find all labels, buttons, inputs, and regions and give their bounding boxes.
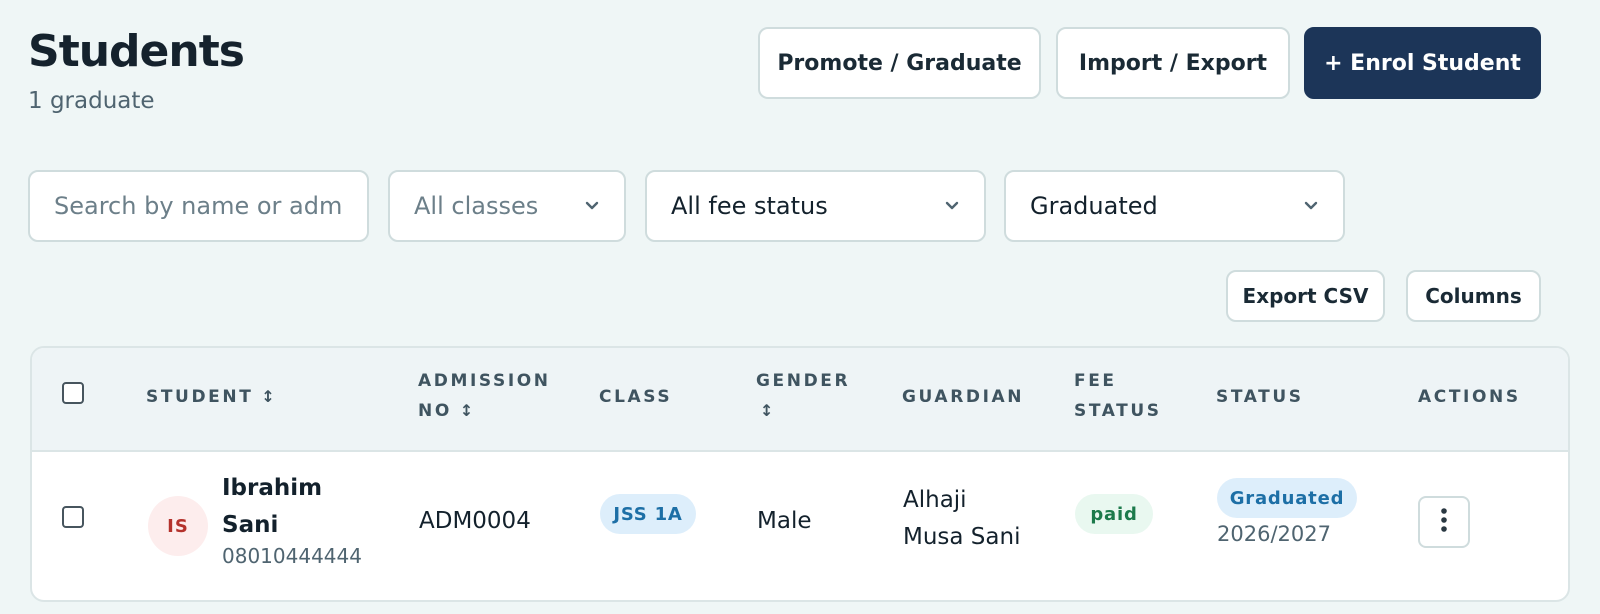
class-filter-select[interactable]: All classes	[388, 170, 626, 242]
status-badge: Graduated	[1217, 478, 1357, 518]
more-vertical-icon	[1440, 507, 1448, 537]
import-export-button[interactable]: Import / Export	[1056, 27, 1290, 99]
chevron-down-icon	[944, 198, 960, 214]
row-actions-button[interactable]	[1418, 496, 1470, 548]
row-checkbox[interactable]	[62, 506, 84, 528]
column-header-gender[interactable]: GENDER ↕	[756, 366, 850, 426]
status-filter-select[interactable]: Graduated	[1004, 170, 1345, 242]
fee-status-badge: paid	[1075, 494, 1153, 534]
student-name-line1: Ibrahim	[222, 475, 323, 501]
column-header-gender-label: GENDER	[756, 371, 851, 391]
export-csv-button[interactable]: Export CSV	[1226, 270, 1385, 322]
guardian-name-line1: Alhaji	[903, 487, 967, 513]
page-subtitle: 1 graduate	[28, 88, 155, 114]
admission-number: ADM0004	[419, 508, 531, 534]
column-header-fee-label: FEE	[1074, 371, 1117, 391]
guardian-name-line2: Musa Sani	[903, 524, 1021, 550]
column-header-student[interactable]: STUDENT ↕	[146, 382, 275, 412]
column-header-admission-label: ADMISSION	[418, 371, 551, 391]
column-header-status: STATUS	[1216, 387, 1304, 407]
enrol-student-button[interactable]: + Enrol Student	[1304, 27, 1541, 99]
student-name-line2: Sani	[222, 512, 279, 538]
sort-arrows-icon[interactable]: ↕	[460, 401, 473, 420]
student-name[interactable]: Ibrahim Sani	[222, 470, 322, 544]
column-header-actions: ACTIONS	[1418, 387, 1521, 407]
chevron-down-icon	[1303, 198, 1319, 214]
guardian-name: Alhaji Musa Sani	[903, 482, 1020, 556]
column-header-class: CLASS	[599, 387, 673, 407]
class-filter-value: All classes	[414, 192, 539, 220]
column-header-admission-no[interactable]: ADMISSION NO ↕	[418, 366, 551, 426]
column-header-student-label: STUDENT	[146, 387, 254, 407]
student-phone: 08010444444	[222, 544, 362, 568]
sort-arrows-icon[interactable]: ↕	[760, 401, 773, 420]
table-header: STUDENT ↕ ADMISSION NO ↕ CLASS GENDER ↕ GU…	[32, 348, 1568, 452]
page-title: Students	[28, 26, 245, 77]
columns-button[interactable]: Columns	[1406, 270, 1541, 322]
column-header-fee-label-2: STATUS	[1074, 401, 1162, 421]
chevron-down-icon	[584, 198, 600, 214]
class-badge: JSS 1A	[600, 494, 696, 534]
promote-graduate-button[interactable]: Promote / Graduate	[758, 27, 1041, 99]
sort-arrows-icon[interactable]: ↕	[261, 387, 274, 406]
gender-value: Male	[757, 508, 812, 534]
avatar: IS	[148, 496, 208, 556]
column-header-admission-label-2: NO	[418, 401, 452, 421]
select-all-checkbox[interactable]	[62, 382, 84, 404]
status-filter-value: Graduated	[1030, 192, 1158, 220]
search-field[interactable]	[28, 170, 369, 242]
students-table: STUDENT ↕ ADMISSION NO ↕ CLASS GENDER ↕ GU…	[30, 346, 1570, 602]
status-session: 2026/2027	[1217, 522, 1331, 546]
search-input[interactable]	[54, 192, 343, 220]
column-header-fee-status: FEE STATUS	[1074, 366, 1162, 426]
column-header-guardian: GUARDIAN	[902, 387, 1025, 407]
fee-status-filter-select[interactable]: All fee status	[645, 170, 986, 242]
fee-status-filter-value: All fee status	[671, 192, 828, 220]
